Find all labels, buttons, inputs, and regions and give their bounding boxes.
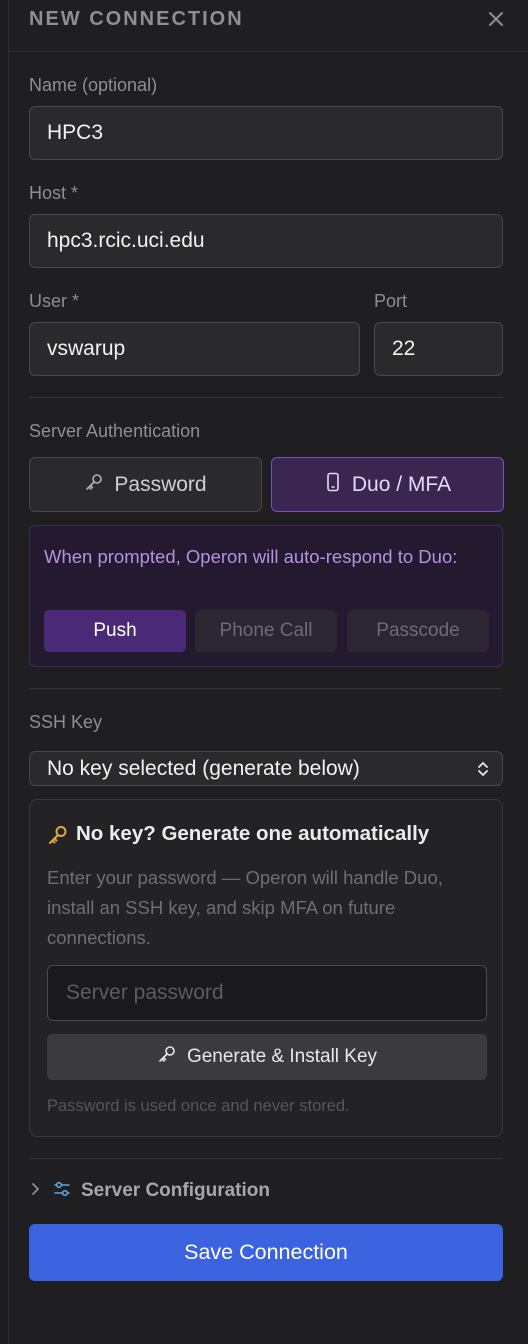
password-note: Password is used once and never stored. <box>47 1097 350 1115</box>
name-field[interactable]: HPC3 <box>29 106 503 160</box>
panel-header: NEW CONNECTION <box>9 0 528 52</box>
server-password-input[interactable] <box>47 965 487 1021</box>
duo-description: When prompted, Operon will auto-respond … <box>44 546 458 567</box>
divider <box>29 1158 503 1159</box>
generate-key-title: No key? Generate one automatically <box>76 822 430 845</box>
auth-password-label: Password <box>114 472 207 496</box>
server-configuration-label: Server Configuration <box>81 1180 270 1201</box>
close-icon[interactable] <box>485 8 507 30</box>
new-connection-panel: NEW CONNECTION Name (optional) HPC3 Host… <box>8 0 528 1344</box>
save-connection-button[interactable]: Save Connection <box>29 1224 503 1281</box>
key-icon <box>84 472 104 498</box>
ssh-key-select-value: No key selected (generate below) <box>47 756 360 780</box>
duo-options-box: When prompted, Operon will auto-respond … <box>29 525 503 667</box>
phone-icon <box>324 472 342 498</box>
chevron-right-icon <box>29 1181 43 1202</box>
generate-install-key-button[interactable]: Generate & Install Key <box>47 1034 487 1080</box>
duo-push-button[interactable]: Push <box>44 610 186 652</box>
generate-key-box: No key? Generate one automatically Enter… <box>29 799 503 1137</box>
auth-password-button[interactable]: Password <box>29 457 262 512</box>
divider <box>29 688 503 689</box>
sliders-icon <box>53 1180 71 1203</box>
key-icon <box>157 1044 177 1070</box>
duo-passcode-button[interactable]: Passcode <box>347 610 489 652</box>
port-field[interactable]: 22 <box>374 322 503 376</box>
server-configuration-toggle[interactable]: Server Configuration <box>29 1172 503 1210</box>
duo-phone-call-button[interactable]: Phone Call <box>195 610 337 652</box>
auth-section-label: Server Authentication <box>29 421 201 441</box>
key-icon <box>47 824 69 851</box>
user-label: User * <box>29 291 80 311</box>
auth-duo-label: Duo / MFA <box>351 472 452 496</box>
generate-key-description: Enter your password — Operon will handle… <box>47 867 443 948</box>
ssh-section-label: SSH Key <box>29 712 103 732</box>
generate-install-key-label: Generate & Install Key <box>186 1046 378 1067</box>
port-label: Port <box>374 291 408 311</box>
chevron-updown-icon <box>476 759 490 785</box>
divider <box>29 397 503 398</box>
panel-title: NEW CONNECTION <box>29 8 244 30</box>
auth-duo-button[interactable]: Duo / MFA <box>271 457 504 512</box>
ssh-key-select[interactable]: No key selected (generate below) <box>29 751 503 786</box>
host-field[interactable]: hpc3.rcic.uci.edu <box>29 214 503 268</box>
name-label: Name (optional) <box>29 75 158 95</box>
user-field[interactable]: vswarup <box>29 322 360 376</box>
host-label: Host * <box>29 183 79 203</box>
